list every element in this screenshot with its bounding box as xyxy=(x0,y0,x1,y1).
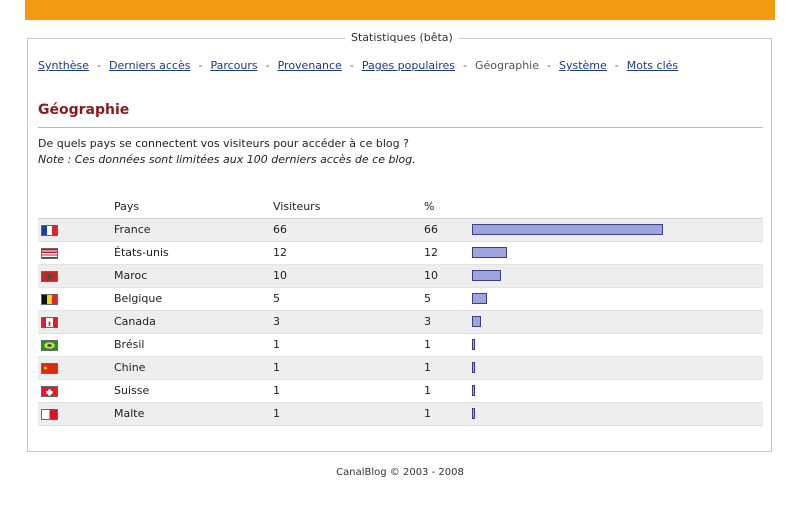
percent-bar xyxy=(472,247,507,258)
table-row: Brésil 1 1 xyxy=(38,334,763,357)
visitor-count: 5 xyxy=(273,292,280,305)
table-row: Canada 3 3 xyxy=(38,311,763,334)
percent-bar xyxy=(472,408,475,419)
percent-value: 66 xyxy=(424,223,438,236)
percent-value: 5 xyxy=(424,292,431,305)
footer-copyright: CanalBlog © 2003 - 2008 xyxy=(336,467,464,478)
panel-title: Statistiques (bêta) xyxy=(345,31,459,44)
usa-flag-icon xyxy=(41,248,58,259)
countries-table: Pays Visiteurs % France 66 66 États-unis 12 1… xyxy=(38,197,763,426)
visitor-count: 1 xyxy=(273,338,280,351)
country-name: Suisse xyxy=(114,384,150,397)
visitor-count: 10 xyxy=(273,269,287,282)
page-note: Note : Ces données sont limitées aux 100… xyxy=(38,153,416,166)
country-name: États-unis xyxy=(114,246,169,259)
percent-value: 1 xyxy=(424,384,431,397)
malta-flag-icon xyxy=(41,409,58,420)
percent-value: 1 xyxy=(424,338,431,351)
nav-link-pages-populaires[interactable]: Pages populaires xyxy=(362,59,455,72)
percent-value: 1 xyxy=(424,407,431,420)
percent-value: 3 xyxy=(424,315,431,328)
switzerland-flag-icon xyxy=(41,386,58,397)
nav-separator: - xyxy=(198,59,203,72)
page-question: De quels pays se connectent vos visiteur… xyxy=(38,137,409,150)
nav-separator: - xyxy=(614,59,619,72)
country-name: Canada xyxy=(114,315,156,328)
country-name: Malte xyxy=(114,407,145,420)
country-name: Chine xyxy=(114,361,146,374)
country-name: Belgique xyxy=(114,292,163,305)
header-visiteurs: Visiteurs xyxy=(273,200,321,213)
table-row: Maroc 10 10 xyxy=(38,265,763,288)
country-name: Brésil xyxy=(114,338,145,351)
percent-value: 12 xyxy=(424,246,438,259)
morocco-flag-icon xyxy=(41,271,58,282)
visitor-count: 1 xyxy=(273,384,280,397)
nav-separator: - xyxy=(265,59,270,72)
header-percent: % xyxy=(424,200,435,213)
table-row: Chine 1 1 xyxy=(38,357,763,380)
nav-separator: - xyxy=(349,59,354,72)
belgium-flag-icon xyxy=(41,294,58,305)
nav-link-géographie: Géographie xyxy=(474,59,539,72)
percent-bar xyxy=(472,362,475,373)
table-body: France 66 66 États-unis 12 12 Maroc 10 10 Belgiqu… xyxy=(38,219,763,426)
nav-separator: - xyxy=(462,59,467,72)
visitor-count: 3 xyxy=(273,315,280,328)
top-accent-bar xyxy=(25,0,775,20)
percent-value: 10 xyxy=(424,269,438,282)
country-name: Maroc xyxy=(114,269,148,282)
percent-bar xyxy=(472,270,501,281)
nav-separator: - xyxy=(547,59,551,72)
table-row: Suisse 1 1 xyxy=(38,380,763,403)
visitor-count: 12 xyxy=(273,246,287,259)
nav-link-provenance[interactable]: Provenance xyxy=(278,59,342,72)
percent-bar xyxy=(472,385,475,396)
percent-bar xyxy=(472,224,663,235)
percent-bar xyxy=(472,316,481,327)
percent-bar xyxy=(472,339,475,350)
china-flag-icon xyxy=(41,363,58,374)
nav-link-derniers-accès[interactable]: Derniers accès xyxy=(109,59,190,72)
nav-link-synthèse[interactable]: Synthèse xyxy=(38,59,89,72)
france-flag-icon xyxy=(41,225,58,236)
brazil-flag-icon xyxy=(41,340,58,351)
table-row: Belgique 5 5 xyxy=(38,288,763,311)
table-row: Malte 1 1 xyxy=(38,403,763,426)
table-row: France 66 66 xyxy=(38,219,763,242)
nav-link-système[interactable]: Système xyxy=(559,59,607,72)
table-row: États-unis 12 12 xyxy=(38,242,763,265)
table-header: Pays Visiteurs % xyxy=(38,197,763,219)
visitor-count: 1 xyxy=(273,361,280,374)
nav-link-parcours[interactable]: Parcours xyxy=(210,59,257,72)
stats-nav: Synthèse - Derniers accès - Parcours - Provena… xyxy=(38,59,678,72)
visitor-count: 66 xyxy=(273,223,287,236)
header-pays: Pays xyxy=(114,200,140,213)
country-name: France xyxy=(114,223,151,236)
canada-flag-icon xyxy=(41,317,58,328)
percent-bar xyxy=(472,293,487,304)
heading-divider xyxy=(38,127,763,128)
percent-value: 1 xyxy=(424,361,431,374)
page-heading: Géographie xyxy=(38,102,130,118)
nav-separator: - xyxy=(97,59,101,72)
visitor-count: 1 xyxy=(273,407,280,420)
nav-link-mots-clés[interactable]: Mots clés xyxy=(627,59,678,72)
